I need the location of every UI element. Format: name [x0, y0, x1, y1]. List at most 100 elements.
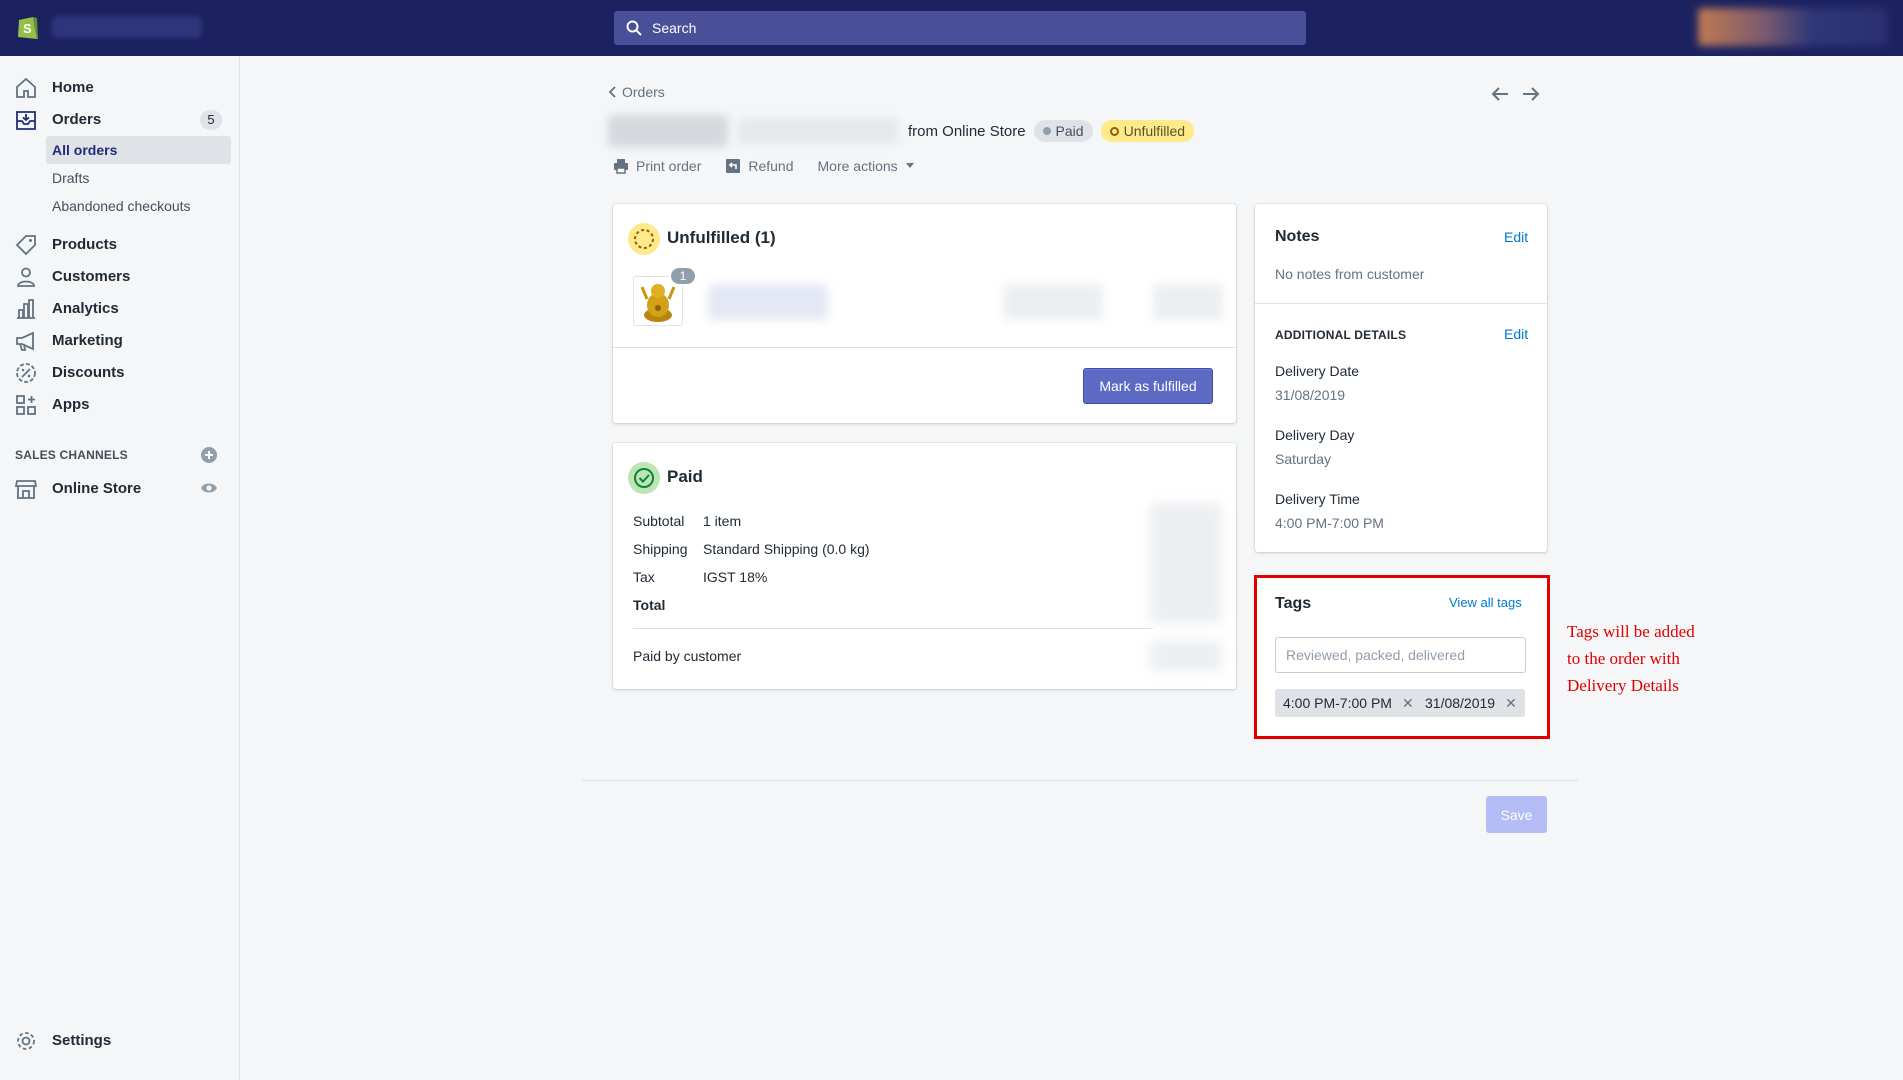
- paid-title: Paid: [667, 467, 703, 486]
- additional-details-title: ADDITIONAL DETAILS: [1275, 328, 1407, 342]
- subtotal-label: Subtotal: [633, 513, 685, 529]
- product-name-redacted: [708, 284, 828, 320]
- refund-button[interactable]: Refund: [725, 158, 794, 174]
- paid-amount-redacted: [1150, 641, 1222, 671]
- annotation-line: to the order with: [1567, 649, 1680, 668]
- sidebar: Home Orders 5 All orders Drafts Abandone…: [0, 56, 240, 1080]
- orders-count-badge: 5: [200, 110, 222, 130]
- sidebar-item-home[interactable]: Home: [0, 71, 240, 103]
- additional-details-edit-link[interactable]: Edit: [1504, 326, 1528, 342]
- unfulfilled-status-icon: [628, 223, 660, 255]
- sidebar-item-products[interactable]: Products: [0, 228, 240, 260]
- annotation-highlight-box: [1254, 575, 1550, 739]
- card-divider: [1255, 303, 1547, 304]
- arrow-right-icon[interactable]: [1521, 84, 1541, 104]
- sidebar-subitem-abandoned-checkouts[interactable]: Abandoned checkouts: [46, 192, 231, 220]
- delivery-time-label: Delivery Time: [1275, 491, 1360, 507]
- store-name-redacted: [52, 16, 202, 38]
- order-source: from Online Store: [908, 122, 1026, 140]
- sales-channels-title: SALES CHANNELS: [15, 448, 128, 462]
- sidebar-item-label: Discounts: [52, 363, 125, 381]
- badge-dot: [1042, 127, 1051, 135]
- product-price-redacted: [1003, 284, 1103, 320]
- sidebar-item-label: Products: [52, 235, 118, 253]
- sidebar-item-label: Analytics: [52, 299, 119, 317]
- notes-edit-link[interactable]: Edit: [1504, 229, 1528, 245]
- refund-icon: [726, 159, 741, 173]
- dashed-circle-icon: [634, 229, 654, 249]
- breadcrumb-orders-link[interactable]: Orders: [622, 84, 665, 100]
- gear-icon: [17, 1032, 35, 1050]
- sidebar-item-settings[interactable]: Settings: [0, 1024, 240, 1056]
- sidebar-item-discounts[interactable]: Discounts: [0, 356, 240, 388]
- sidebar-item-online-store[interactable]: Online Store: [0, 472, 240, 504]
- discount-icon: [16, 363, 36, 383]
- annotation-line: Tags will be added: [1567, 622, 1695, 641]
- order-actions: Print order Refund More actions: [613, 158, 915, 174]
- notes-body: No notes from customer: [1275, 266, 1425, 282]
- sidebar-item-orders[interactable]: Orders 5: [0, 103, 240, 135]
- arrow-left-icon[interactable]: [1490, 84, 1510, 104]
- print-order-button[interactable]: Print order: [613, 158, 701, 174]
- more-actions-label: More actions: [817, 158, 898, 174]
- delivery-date-label: Delivery Date: [1275, 363, 1360, 379]
- person-icon: [17, 267, 35, 287]
- tax-label: Tax: [633, 569, 655, 585]
- order-title-row: from Online Store Paid Unfulfilled: [608, 112, 1195, 150]
- order-number-redacted: [608, 115, 728, 147]
- printer-icon: [614, 159, 628, 174]
- shipping-value: Standard Shipping (0.0 kg): [703, 541, 870, 557]
- apps-icon: [16, 395, 36, 415]
- delivery-day-value: Saturday: [1275, 451, 1332, 467]
- delivery-date-value: 31/08/2019: [1275, 387, 1346, 403]
- annotation-line: Delivery Details: [1567, 676, 1679, 695]
- annotation-text: Tags will be added to the order with Del…: [1567, 618, 1727, 699]
- order-date-redacted: [738, 118, 898, 144]
- sidebar-item-marketing[interactable]: Marketing: [0, 324, 240, 356]
- sidebar-subitem-drafts[interactable]: Drafts: [46, 164, 231, 192]
- home-icon: [16, 77, 36, 98]
- sidebar-item-label: Orders: [52, 110, 102, 128]
- more-actions-dropdown[interactable]: More actions: [818, 158, 915, 174]
- delivery-day-label: Delivery Day: [1275, 427, 1355, 443]
- shopify-logo-icon[interactable]: S: [16, 13, 40, 41]
- paid-by-customer-label: Paid by customer: [633, 648, 742, 664]
- shipping-label: Shipping: [633, 541, 688, 557]
- delivery-time-value: 4:00 PM-7:00 PM: [1275, 515, 1384, 531]
- product-total-redacted: [1153, 284, 1223, 320]
- badge-label: Unfulfilled: [1123, 123, 1186, 139]
- store-icon: [15, 480, 37, 499]
- amounts-redacted: [1150, 503, 1222, 623]
- sidebar-item-label: Online Store: [52, 479, 142, 497]
- paid-status-icon: [628, 462, 660, 494]
- eye-icon[interactable]: [200, 481, 218, 495]
- chevron-left-icon: [608, 86, 616, 98]
- sidebar-item-label: Apps: [52, 395, 90, 413]
- tax-value: IGST 18%: [703, 569, 768, 585]
- breadcrumb[interactable]: Orders: [608, 84, 665, 100]
- notes-card: Notes Edit No notes from customer ADDITI…: [1255, 204, 1547, 552]
- unfulfilled-card: Unfulfilled (1) 1 Mark as fulfilled: [613, 204, 1236, 423]
- total-label: Total: [633, 597, 666, 613]
- search-icon: [626, 20, 642, 36]
- megaphone-icon: [16, 331, 34, 351]
- page-divider: [582, 780, 1578, 781]
- add-circle-icon[interactable]: [200, 446, 218, 464]
- sidebar-item-apps[interactable]: Apps: [0, 388, 240, 420]
- notes-title: Notes: [1275, 228, 1320, 245]
- subtotal-value: 1 item: [703, 513, 742, 529]
- unfulfilled-title: Unfulfilled (1): [667, 228, 776, 247]
- print-order-label: Print order: [636, 158, 702, 174]
- save-button[interactable]: Save: [1486, 796, 1547, 833]
- search-bar[interactable]: Search: [614, 11, 1306, 45]
- account-menu-redacted[interactable]: [1698, 8, 1888, 46]
- sidebar-subitem-all-orders[interactable]: All orders: [46, 136, 231, 164]
- unfulfilled-status-badge: Unfulfilled: [1100, 120, 1195, 142]
- mark-as-fulfilled-button[interactable]: Mark as fulfilled: [1083, 368, 1213, 404]
- paid-card: Paid Subtotal 1 item Shipping Standard S…: [613, 443, 1236, 689]
- sidebar-item-analytics[interactable]: Analytics: [0, 292, 240, 324]
- sidebar-item-customers[interactable]: Customers: [0, 260, 240, 292]
- check-circle-icon: [634, 468, 654, 488]
- item-quantity-badge: 1: [669, 266, 697, 286]
- tag-icon: [15, 235, 36, 256]
